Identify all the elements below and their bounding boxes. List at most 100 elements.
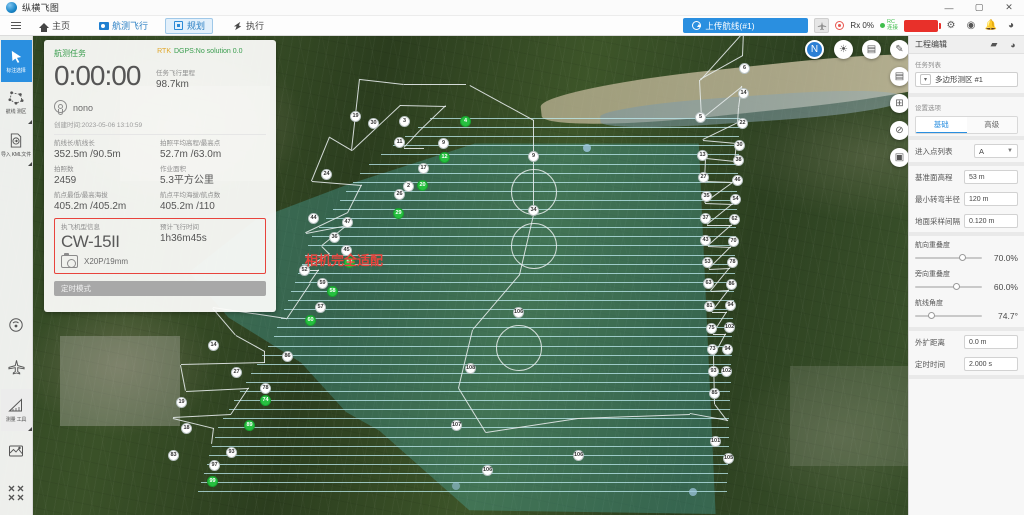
gear-icon[interactable]: ⚙ (944, 19, 958, 33)
maximize-button[interactable]: ▢ (964, 0, 994, 16)
expand-distance-input[interactable]: 0.0 m (964, 335, 1018, 349)
tab-execute[interactable]: 执行 (225, 18, 271, 34)
forward-overlap-slider[interactable] (915, 254, 982, 262)
waypoint-marker[interactable]: 78 (727, 257, 738, 268)
waypoint-marker[interactable]: 108 (465, 363, 476, 374)
waypoint-marker[interactable]: 17 (418, 163, 429, 174)
waypoint-marker[interactable]: 29 (393, 208, 404, 219)
waypoint-marker[interactable]: 54 (730, 194, 741, 205)
min-turn-radius-input[interactable]: 120 m (964, 192, 1018, 206)
entry-point-marker-1[interactable] (583, 144, 591, 152)
waypoint-marker[interactable]: 26 (394, 189, 405, 200)
tool-cursor-select[interactable]: 标注选择 (0, 40, 32, 82)
waypoint-marker[interactable]: 78 (260, 383, 271, 394)
waypoint-marker[interactable]: 12 (439, 152, 450, 163)
aircraft-status-button[interactable] (814, 18, 830, 33)
entry-point-marker-2[interactable] (689, 488, 697, 496)
waypoint-marker[interactable]: 37 (700, 213, 711, 224)
waypoint-marker[interactable]: 24 (321, 169, 332, 180)
waypoint-marker[interactable]: 22 (737, 118, 748, 129)
grid-icon[interactable]: ⊞ (890, 94, 909, 113)
waypoint-marker[interactable]: 63 (703, 278, 714, 289)
waypoint-marker[interactable]: 19 (350, 111, 361, 122)
waypoint-marker[interactable]: 13 (697, 150, 708, 161)
save-icon[interactable]: ▰ (989, 39, 999, 50)
waypoint-marker[interactable]: 101 (710, 436, 721, 447)
waypoint-marker[interactable]: 75 (706, 323, 717, 334)
waypoint-marker[interactable]: 19 (176, 397, 187, 408)
waypoint-marker[interactable]: 6 (739, 63, 750, 74)
tab-basic[interactable]: 基础 (916, 117, 967, 133)
waypoint-marker[interactable]: 14 (208, 340, 219, 351)
side-overlap-slider[interactable] (915, 283, 982, 291)
waypoint-marker[interactable]: 74 (260, 395, 271, 406)
waypoint-marker[interactable]: 106 (573, 450, 584, 461)
waypoint-marker[interactable]: 102 (724, 322, 735, 333)
waypoint-marker[interactable]: 105 (723, 453, 734, 464)
notes-icon[interactable]: ▤ (890, 67, 909, 86)
route-angle-slider[interactable] (915, 312, 982, 320)
waypoint-marker[interactable]: 44 (308, 213, 319, 224)
waypoint-marker[interactable]: 38 (733, 155, 744, 166)
waypoint-marker[interactable]: 89 (244, 420, 255, 431)
waypoint-marker[interactable]: 70 (728, 236, 739, 247)
globe-icon[interactable]: ◕ (1008, 40, 1018, 50)
waypoint-marker[interactable]: 47 (342, 217, 353, 228)
waypoint-marker[interactable]: 93 (708, 366, 719, 377)
waypoint-marker[interactable]: 85 (709, 388, 720, 399)
upload-route-button[interactable]: 上传航线(#1) (683, 18, 809, 33)
waypoint-marker[interactable]: 14 (738, 88, 749, 99)
waypoint-marker[interactable]: 102 (721, 366, 732, 377)
chevron-down-icon[interactable]: ▾ (920, 74, 931, 85)
waypoint-marker[interactable]: 94 (725, 300, 736, 311)
waypoint-marker[interactable]: 2 (403, 181, 414, 192)
no-fly-zone-icon[interactable]: ⊘ (890, 121, 909, 140)
waypoint-marker[interactable]: 43 (700, 235, 711, 246)
waypoint-marker[interactable]: 81 (704, 301, 715, 312)
waypoint-marker[interactable]: 107 (451, 420, 462, 431)
waypoint-marker[interactable]: 83 (168, 450, 179, 461)
waypoint-marker[interactable]: 9 (528, 151, 539, 162)
compass-north-icon[interactable]: N (805, 40, 824, 59)
sun-brightness-icon[interactable]: ☀ (834, 40, 853, 59)
tool-polygon-area[interactable]: 航线 测区 (1, 82, 32, 124)
timer-mode-bar[interactable]: 定时模式 (54, 281, 266, 296)
tab-planning[interactable]: 规划 (165, 17, 214, 34)
waypoint-marker[interactable]: 57 (315, 302, 326, 313)
waypoint-marker[interactable]: 34 (528, 205, 539, 216)
bell-icon[interactable]: 🔔 (984, 19, 998, 33)
waypoint-marker[interactable]: 20 (417, 180, 428, 191)
entry-point-marker-3[interactable] (452, 482, 460, 490)
waypoint-marker[interactable]: 30 (734, 140, 745, 151)
waypoint-marker[interactable]: 73 (707, 344, 718, 355)
tool-satellite[interactable] (1, 305, 32, 347)
waypoint-marker[interactable]: 94 (722, 344, 733, 355)
waypoint-marker[interactable]: 36 (329, 232, 340, 243)
waypoint-marker[interactable]: 9 (438, 138, 449, 149)
tool-map-layers[interactable] (1, 431, 32, 473)
gsd-input[interactable]: 0.120 m (964, 214, 1018, 228)
waypoint-marker[interactable]: 58 (327, 286, 338, 297)
waypoint-marker[interactable]: 106 (482, 465, 493, 476)
waypoint-marker[interactable]: 3 (399, 116, 410, 127)
tab-home[interactable]: 主页 (31, 18, 77, 34)
waypoint-marker[interactable]: 30 (368, 118, 379, 129)
tool-aircraft[interactable] (1, 347, 32, 389)
minimize-button[interactable]: — (934, 0, 964, 16)
waypoint-marker[interactable]: 86 (282, 351, 293, 362)
close-button[interactable]: ✕ (994, 0, 1024, 16)
waypoint-marker[interactable]: 27 (231, 367, 242, 378)
tab-advanced[interactable]: 高级 (966, 117, 1017, 133)
waypoint-marker[interactable]: 27 (698, 172, 709, 183)
task-list-select[interactable]: ▾ 多边形测区 #1 (915, 72, 1018, 87)
waypoint-marker[interactable]: 53 (702, 257, 713, 268)
tool-import-kml[interactable]: 导入 KML文件 (1, 124, 32, 166)
legend-panel-icon[interactable]: ▤ (862, 40, 881, 59)
waypoint-marker[interactable]: 106 (513, 307, 524, 318)
waypoint-marker[interactable]: 5 (695, 112, 706, 123)
waypoint-marker[interactable]: 62 (729, 214, 740, 225)
tool-measure[interactable]: 测量 工具 (0, 389, 32, 431)
base-elevation-input[interactable]: 53 m (964, 170, 1018, 184)
waypoint-marker[interactable]: 46 (732, 175, 743, 186)
waypoint-marker[interactable]: 86 (726, 279, 737, 290)
